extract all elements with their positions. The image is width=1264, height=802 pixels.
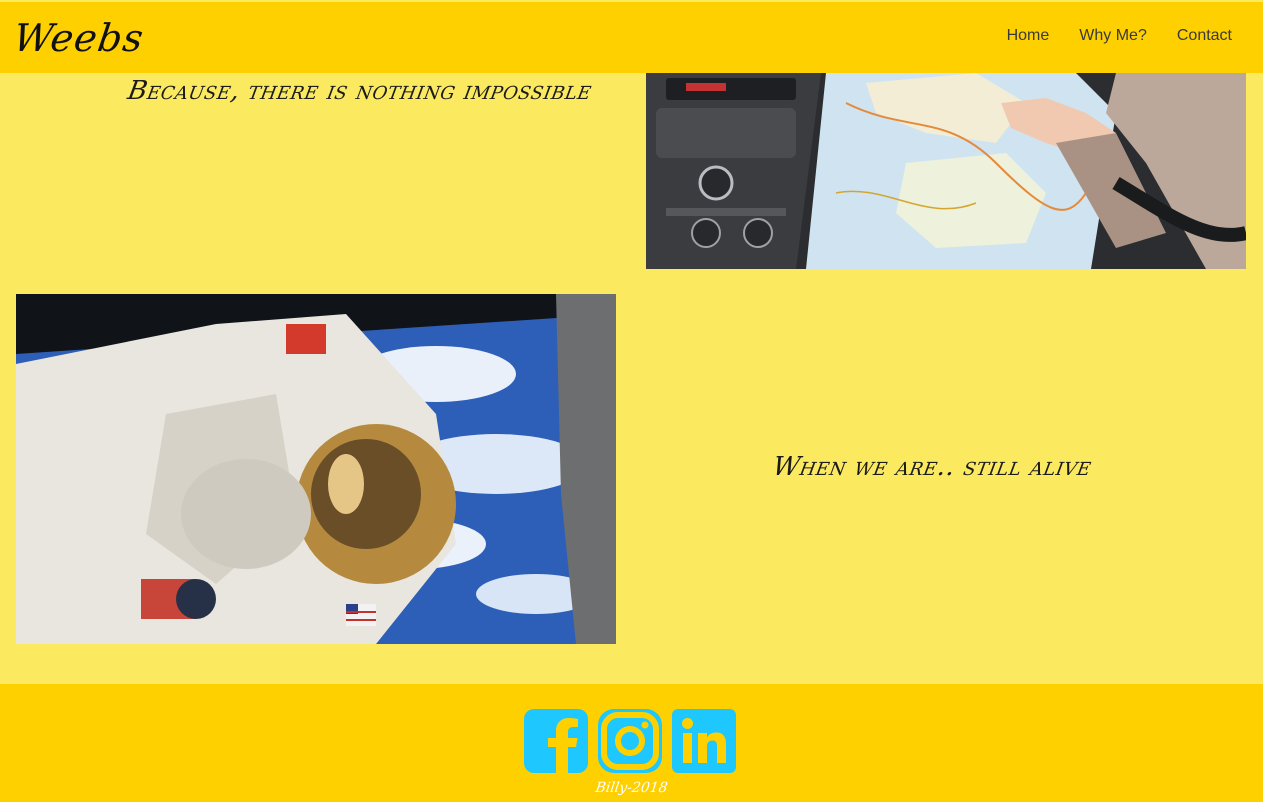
- astronaut-image: [16, 294, 616, 644]
- site-header: Weebs Home Why Me? Contact: [0, 2, 1263, 73]
- nav-contact-link[interactable]: Contact: [1177, 27, 1232, 45]
- social-links: [524, 709, 736, 773]
- facebook-icon[interactable]: [524, 709, 588, 773]
- site-logo[interactable]: Weebs: [11, 16, 147, 60]
- map-in-car-image: [646, 73, 1246, 269]
- instagram-icon[interactable]: [598, 709, 662, 773]
- footer-credit: Billy-2018: [594, 780, 669, 796]
- site-footer: Billy-2018: [0, 684, 1263, 802]
- section-heading-impossible: Because, there is nothing impossible: [125, 76, 595, 106]
- main-nav: Home Why Me? Contact: [1007, 27, 1232, 45]
- nav-home-link[interactable]: Home: [1007, 27, 1050, 45]
- linkedin-icon[interactable]: [672, 709, 736, 773]
- nav-why-me-link[interactable]: Why Me?: [1079, 27, 1147, 45]
- page: Weebs Home Why Me? Contact Because, ther…: [0, 0, 1263, 802]
- section-heading-alive: When we are.. still alive: [770, 452, 1094, 482]
